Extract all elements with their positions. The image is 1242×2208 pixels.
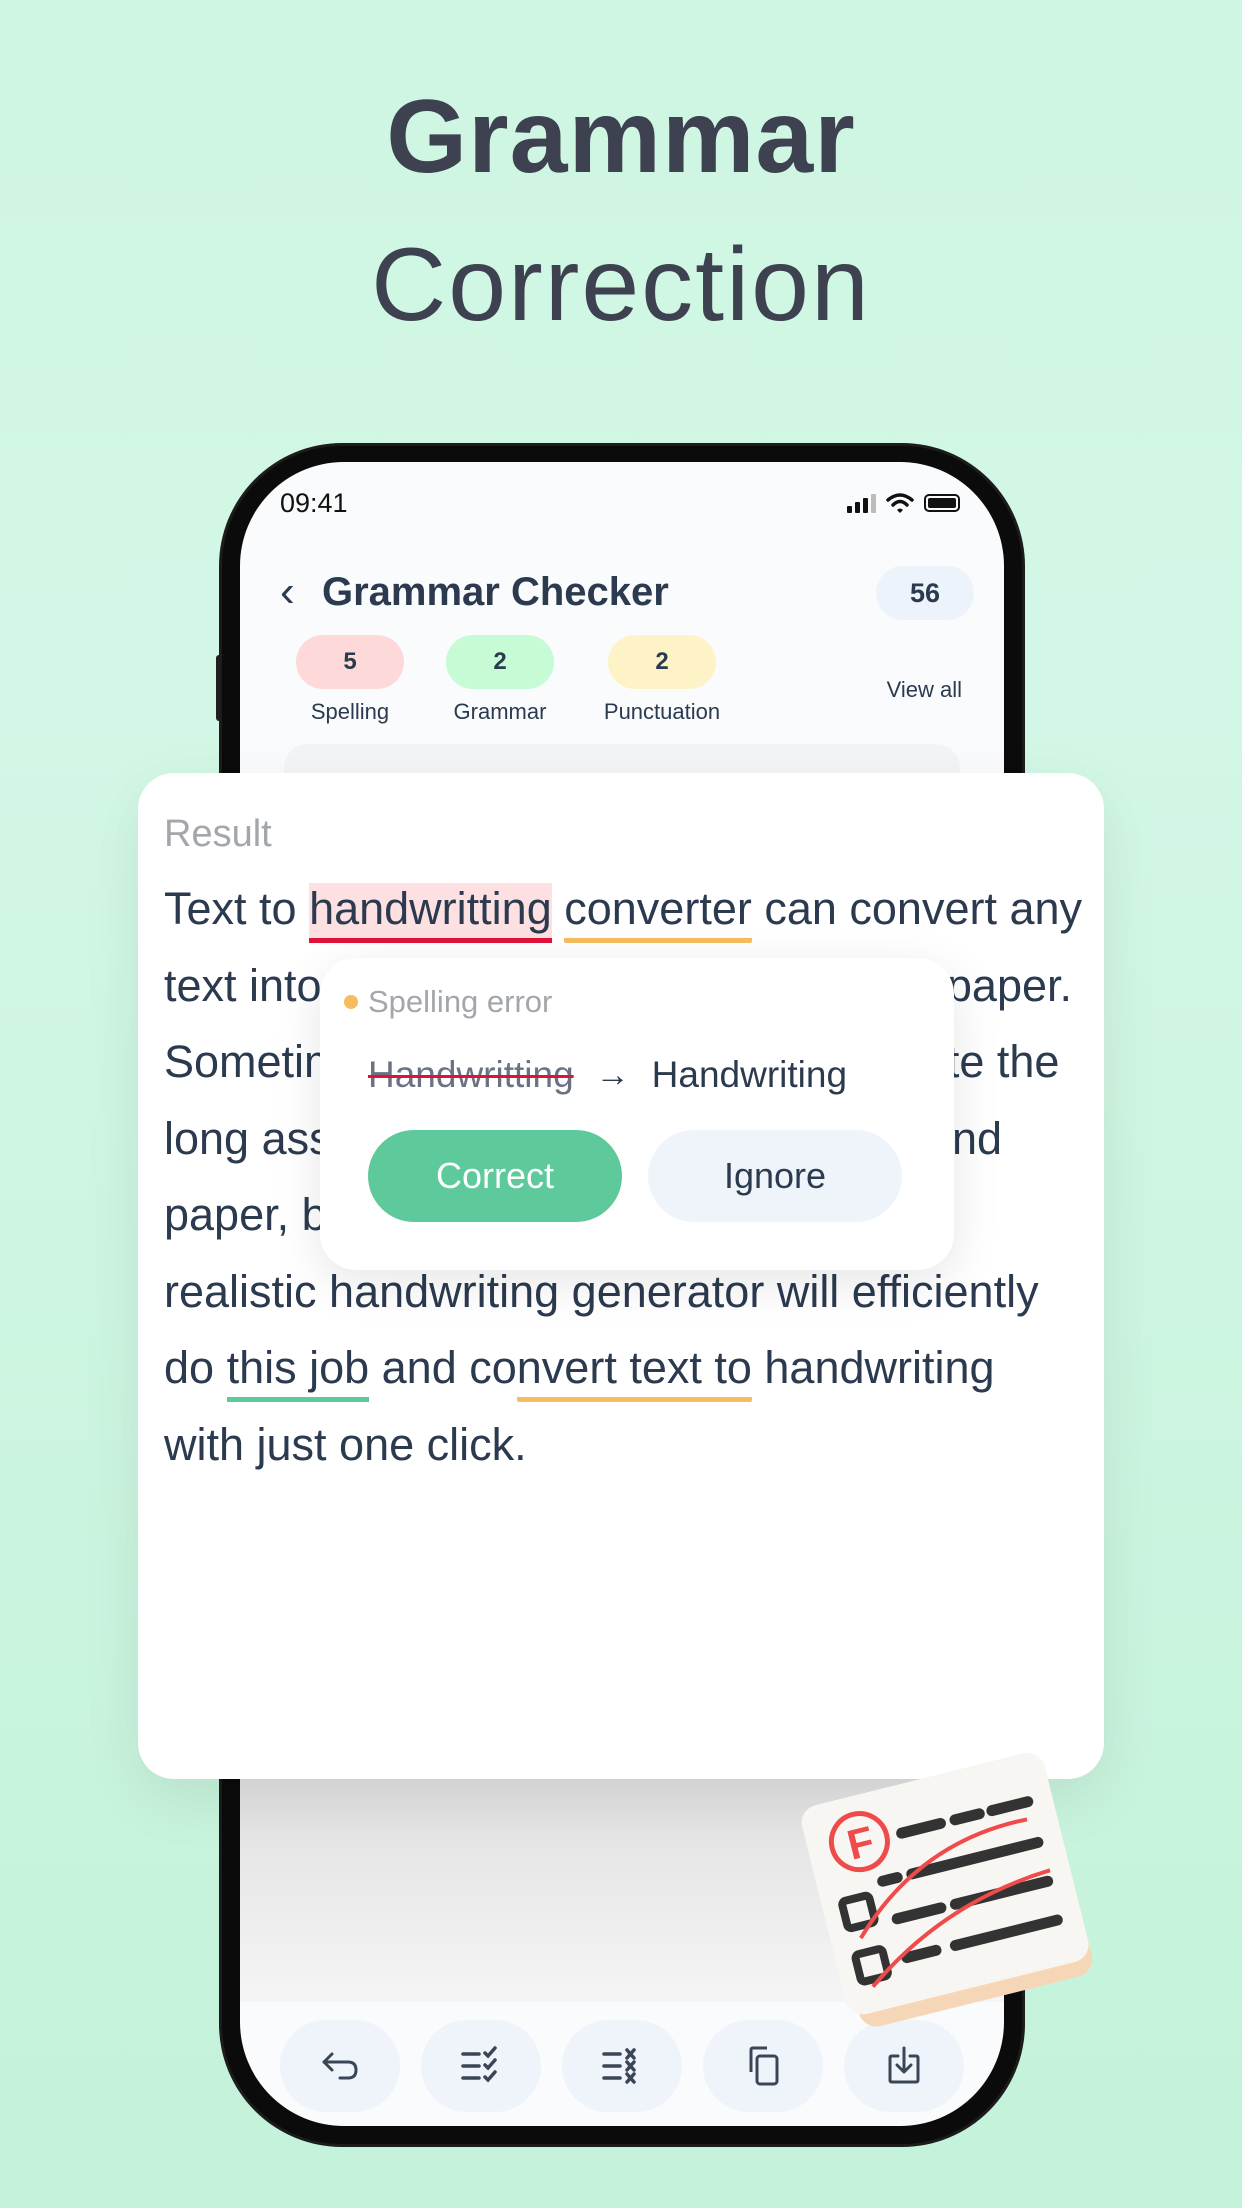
reject-all-icon <box>602 2048 636 2084</box>
flagged-word[interactable]: this job <box>226 1342 370 1402</box>
category-count: 2 <box>446 635 554 689</box>
category-grammar[interactable]: 2 Grammar <box>430 635 570 725</box>
flagged-word[interactable]: converter <box>564 883 752 943</box>
category-label: Punctuation <box>603 699 721 724</box>
status-icons <box>847 492 960 514</box>
suggested-word: Handwriting <box>651 1054 848 1095</box>
page-title: Grammar Checker <box>322 570 669 614</box>
correct-button[interactable]: Correct <box>368 1130 622 1222</box>
arrow-right-icon: → <box>595 1055 630 1094</box>
error-type-dot-icon <box>344 995 358 1009</box>
text-segment: Text to <box>164 883 310 934</box>
category-punctuation[interactable]: 2 Punctuation <box>592 635 732 725</box>
undo-button[interactable] <box>280 2020 400 2112</box>
flagged-word[interactable]: nvert text to <box>516 1342 752 1402</box>
text-segment <box>552 883 565 934</box>
copy-icon <box>749 2046 779 2086</box>
text-segment: and co <box>369 1342 517 1393</box>
error-type: Spelling error <box>344 984 552 1020</box>
category-filters: 5 Spelling 2 Grammar 2 Punctuation View … <box>280 635 974 725</box>
wifi-icon <box>886 493 914 513</box>
headline-title: Grammar <box>386 79 856 195</box>
accept-all-icon <box>461 2046 497 2083</box>
category-count: 2 <box>608 635 716 689</box>
signal-icon <box>847 493 876 513</box>
status-time: 09:41 <box>280 488 348 518</box>
accept-all-button[interactable] <box>421 2020 541 2112</box>
original-word: Handwritting <box>368 1054 574 1095</box>
download-icon <box>888 2046 920 2084</box>
battery-icon <box>924 494 960 512</box>
headline-subtitle: Correction <box>371 227 871 343</box>
error-type-label: Spelling error <box>368 984 553 1019</box>
issue-count-badge: 56 <box>876 566 974 620</box>
suggestion-row: Handwritting → Handwriting <box>368 1054 847 1096</box>
view-all-link[interactable]: View all <box>887 677 962 703</box>
category-count: 5 <box>296 635 404 689</box>
result-card: Result Text to handwritting converter ca… <box>138 773 1104 1779</box>
suggestion-popup: Spelling error Handwritting → Handwritin… <box>320 958 954 1270</box>
graded-paper-illustration: F <box>801 1752 1093 2027</box>
chevron-left-icon[interactable]: ‹ <box>280 570 295 614</box>
popup-actions: Correct Ignore <box>368 1130 902 1222</box>
result-label: Result <box>164 813 272 855</box>
category-spelling[interactable]: 5 Spelling <box>280 635 420 725</box>
undo-icon <box>322 2052 358 2080</box>
reject-all-button[interactable] <box>562 2020 682 2112</box>
ignore-button[interactable]: Ignore <box>648 1130 902 1222</box>
category-label: Grammar <box>453 699 547 724</box>
app-header: ‹ Grammar Checker 56 <box>280 562 974 622</box>
category-label: Spelling <box>310 699 390 724</box>
flagged-word[interactable]: handwritting <box>309 883 552 943</box>
